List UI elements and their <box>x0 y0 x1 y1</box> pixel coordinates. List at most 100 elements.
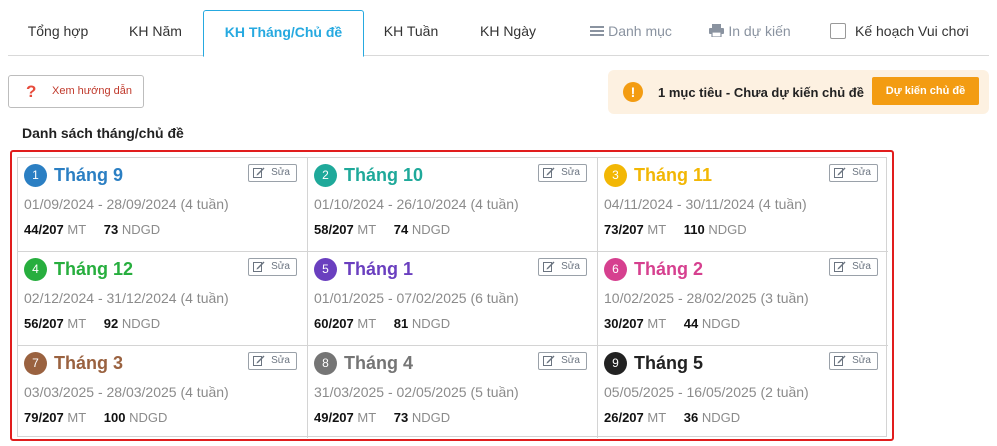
month-card[interactable]: 6 Tháng 2 Sửa 10/02/2025 - 28/02/2025 (3… <box>598 252 888 346</box>
ndgd-count: 74 <box>393 222 409 237</box>
tab-bar: Tổng hợp KH Năm KH Tháng/Chủ đề KH Tuần … <box>8 10 990 57</box>
month-date-range: 01/01/2025 - 07/02/2025 (6 tuần) <box>314 290 519 306</box>
edit-label: Sửa <box>271 355 290 366</box>
month-name[interactable]: Tháng 1 <box>344 257 413 281</box>
edit-icon <box>834 355 846 372</box>
month-stats: 49/207 MT 73 NDGD <box>314 410 464 425</box>
month-stats: 58/207 MT 74 NDGD <box>314 222 464 237</box>
mt-unit: MT <box>357 410 377 425</box>
month-stats: 26/207 MT 36 NDGD <box>604 410 754 425</box>
month-name[interactable]: Tháng 4 <box>344 351 413 375</box>
edit-label: Sửa <box>271 167 290 178</box>
tab-kh-ngay[interactable]: KH Ngày <box>458 10 558 56</box>
tab-label: KH Tuần <box>383 23 439 39</box>
month-date-range: 02/12/2024 - 31/12/2024 (4 tuần) <box>24 290 229 306</box>
catalog-button[interactable]: Danh mục <box>581 10 681 56</box>
edit-label: Sửa <box>561 261 580 272</box>
edit-button[interactable]: Sửa <box>829 352 878 370</box>
month-stats: 44/207 MT 73 NDGD <box>24 222 174 237</box>
edit-label: Sửa <box>271 261 290 272</box>
edit-icon <box>253 261 265 278</box>
month-stats: 73/207 MT 110 NDGD <box>604 222 761 237</box>
month-number-badge: 7 <box>24 352 47 375</box>
exclamation-icon: ! <box>623 82 643 102</box>
month-name[interactable]: Tháng 3 <box>54 351 123 375</box>
edit-button[interactable]: Sửa <box>829 164 878 182</box>
month-date-range: 01/10/2024 - 26/10/2024 (4 tuần) <box>314 196 519 212</box>
month-name[interactable]: Tháng 12 <box>54 257 133 281</box>
ndgd-count: 81 <box>393 316 409 331</box>
ndgd-count: 92 <box>103 316 119 331</box>
mt-unit: MT <box>647 410 667 425</box>
tab-kh-nam[interactable]: KH Năm <box>108 10 203 56</box>
edit-button[interactable]: Sửa <box>248 164 297 182</box>
mt-unit: MT <box>357 222 377 237</box>
month-card[interactable]: 1 Tháng 9 Sửa 01/09/2024 - 28/09/2024 (4… <box>18 158 308 252</box>
ndgd-count: 36 <box>683 410 699 425</box>
month-card[interactable]: 7 Tháng 3 Sửa 03/03/2025 - 28/03/2025 (4… <box>18 346 308 438</box>
ndgd-unit: NDGD <box>701 410 741 425</box>
tab-label: KH Ngày <box>479 23 537 39</box>
edit-button[interactable]: Sửa <box>248 258 297 276</box>
month-card[interactable]: 5 Tháng 1 Sửa 01/01/2025 - 07/02/2025 (6… <box>308 252 598 346</box>
print-button[interactable]: In dự kiến <box>700 10 800 56</box>
ndgd-count: 44 <box>683 316 699 331</box>
ndgd-unit: NDGD <box>121 316 161 331</box>
ndgd-unit: NDGD <box>411 316 451 331</box>
ndgd-count: 73 <box>393 410 409 425</box>
mt-count: 49/207 <box>314 410 354 425</box>
edit-icon <box>834 167 846 184</box>
ndgd-unit: NDGD <box>411 222 451 237</box>
month-stats: 60/207 MT 81 NDGD <box>314 316 464 331</box>
tab-label: KH Năm <box>129 23 182 39</box>
ndgd-unit: NDGD <box>121 222 161 237</box>
menu-icon <box>590 11 605 53</box>
edit-label: Sửa <box>561 355 580 366</box>
month-number-badge: 8 <box>314 352 337 375</box>
mt-unit: MT <box>67 410 87 425</box>
ndgd-count: 100 <box>103 410 126 425</box>
mt-unit: MT <box>357 316 377 331</box>
mt-count: 26/207 <box>604 410 644 425</box>
edit-icon <box>834 261 846 278</box>
tab-tong-hop[interactable]: Tổng hợp <box>8 10 108 56</box>
mt-count: 30/207 <box>604 316 644 331</box>
ndgd-count: 73 <box>103 222 119 237</box>
month-date-range: 10/02/2025 - 28/02/2025 (3 tuần) <box>604 290 809 306</box>
edit-button[interactable]: Sửa <box>538 258 587 276</box>
edit-button[interactable]: Sửa <box>538 352 587 370</box>
edit-button[interactable]: Sửa <box>829 258 878 276</box>
play-plan-checkbox[interactable] <box>830 23 846 39</box>
help-button[interactable]: ? Xem hướng dẫn <box>8 75 144 108</box>
play-plan-toggle[interactable]: Kế hoạch Vui chơi <box>830 10 990 56</box>
mt-count: 79/207 <box>24 410 64 425</box>
month-card[interactable]: 2 Tháng 10 Sửa 01/10/2024 - 26/10/2024 (… <box>308 158 598 252</box>
month-name[interactable]: Tháng 9 <box>54 163 123 187</box>
warning-banner: ! 1 mục tiêu - Chưa dự kiến chủ đề Dự ki… <box>608 70 989 114</box>
month-card[interactable]: 3 Tháng 11 Sửa 04/11/2024 - 30/11/2024 (… <box>598 158 888 252</box>
month-name[interactable]: Tháng 2 <box>634 257 703 281</box>
month-card[interactable]: 8 Tháng 4 Sửa 31/03/2025 - 02/05/2025 (5… <box>308 346 598 438</box>
month-card[interactable]: 9 Tháng 5 Sửa 05/05/2025 - 16/05/2025 (2… <box>598 346 888 438</box>
month-card[interactable]: 4 Tháng 12 Sửa 02/12/2024 - 31/12/2024 (… <box>18 252 308 346</box>
edit-button[interactable]: Sửa <box>248 352 297 370</box>
month-number-badge: 4 <box>24 258 47 281</box>
mt-count: 58/207 <box>314 222 354 237</box>
print-label: In dự kiến <box>728 23 791 39</box>
month-date-range: 31/03/2025 - 02/05/2025 (5 tuần) <box>314 384 519 400</box>
month-grid: 1 Tháng 9 Sửa 01/09/2024 - 28/09/2024 (4… <box>17 157 888 438</box>
mt-count: 60/207 <box>314 316 354 331</box>
tab-kh-thang-chu-de[interactable]: KH Tháng/Chủ đề <box>203 10 364 57</box>
month-date-range: 01/09/2024 - 28/09/2024 (4 tuần) <box>24 196 229 212</box>
month-name[interactable]: Tháng 10 <box>344 163 423 187</box>
plan-topic-button[interactable]: Dự kiến chủ đề <box>872 77 979 105</box>
month-name[interactable]: Tháng 5 <box>634 351 703 375</box>
printer-icon <box>709 11 725 53</box>
edit-icon <box>543 355 555 372</box>
ndgd-unit: NDGD <box>708 222 747 237</box>
edit-label: Sửa <box>852 261 871 272</box>
month-name[interactable]: Tháng 11 <box>634 163 712 187</box>
tab-kh-tuan[interactable]: KH Tuần <box>364 10 458 56</box>
edit-button[interactable]: Sửa <box>538 164 587 182</box>
help-label: Xem hướng dẫn <box>52 85 133 97</box>
